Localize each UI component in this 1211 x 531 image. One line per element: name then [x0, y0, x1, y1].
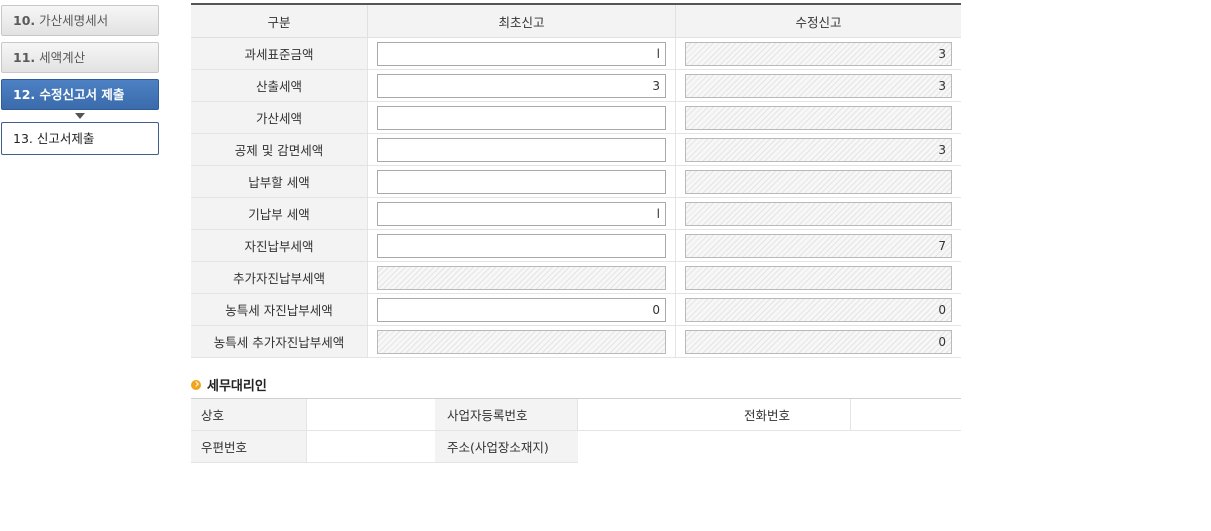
bullet-icon	[191, 379, 201, 390]
label-business-number: 사업자등록번호	[435, 398, 578, 431]
table-row: 산출세액 3 3	[191, 69, 961, 102]
value-company-name	[306, 398, 435, 431]
table-row: 납부할 세액	[191, 165, 961, 198]
initial-value-field[interactable]: l	[377, 201, 666, 226]
table-row: 가산세액	[191, 101, 961, 134]
step-number: 12.	[13, 87, 36, 102]
label-company-name: 상호	[191, 398, 307, 431]
initial-value-field[interactable]	[377, 169, 666, 194]
value-phone-number	[850, 398, 961, 431]
table-row: 상호 사업자등록번호 전화번호	[191, 398, 961, 431]
step-label: 가산세명세서	[39, 13, 109, 28]
initial-value-field[interactable]: 0	[377, 297, 666, 322]
table-row: 농특세 자진납부세액 0 0	[191, 293, 961, 326]
table-row: 과세표준금액 l 3	[191, 37, 961, 70]
initial-value-field[interactable]	[377, 105, 666, 130]
row-label: 납부할 세액	[191, 165, 368, 198]
row-label: 과세표준금액	[191, 37, 368, 70]
arrow-down-icon	[75, 113, 85, 119]
initial-value-field[interactable]: l	[377, 41, 666, 66]
step-number: 10.	[13, 13, 36, 28]
section-title-tax-agent: 세무대리인	[191, 375, 267, 394]
step-number: 11.	[13, 50, 36, 65]
row-label: 공제 및 감면세액	[191, 133, 368, 166]
header-initial-return: 최초신고	[367, 3, 676, 38]
table-row: 우편번호 주소(사업장소재지)	[191, 430, 961, 463]
row-label: 추가자진납부세액	[191, 261, 368, 294]
value-postal-code	[306, 430, 435, 463]
row-label: 기납부 세액	[191, 197, 368, 230]
amended-value-field: 3	[685, 137, 952, 162]
table-row: 농특세 추가자진납부세액 0	[191, 325, 961, 358]
step-label: 세액계산	[39, 50, 86, 65]
initial-value-field	[377, 265, 666, 290]
label-postal-code: 우편번호	[191, 430, 307, 463]
table-row: 기납부 세액 l	[191, 197, 961, 230]
amended-value-field	[685, 169, 952, 194]
amended-value-field	[685, 265, 952, 290]
amended-value-field: 7	[685, 233, 952, 258]
step-11-tax-calculation[interactable]: 11. 세액계산	[1, 42, 159, 73]
step-12-amended-return-submit[interactable]: 12. 수정신고서 제출	[1, 79, 159, 110]
table-row: 추가자진납부세액	[191, 261, 961, 294]
value-address	[577, 430, 961, 463]
step-13-return-submit[interactable]: 13. 신고서제출	[1, 122, 159, 155]
row-label: 산출세액	[191, 69, 368, 102]
tax-comparison-table: 구분 최초신고 수정신고 과세표준금액 l 3 산출세액 3 3 가산세액 공제…	[191, 3, 961, 358]
initial-value-field[interactable]	[377, 233, 666, 258]
table-header-row: 구분 최초신고 수정신고	[191, 3, 961, 38]
step-label: 수정신고서 제출	[39, 87, 125, 102]
initial-value-field[interactable]	[377, 137, 666, 162]
row-label: 가산세액	[191, 101, 368, 134]
row-label: 자진납부세액	[191, 229, 368, 262]
initial-value-field[interactable]: 3	[377, 73, 666, 98]
amended-value-field	[685, 105, 952, 130]
header-category: 구분	[191, 3, 368, 38]
header-amended-return: 수정신고	[675, 3, 961, 38]
section-title-text: 세무대리인	[207, 379, 267, 394]
amended-value-field: 0	[685, 297, 952, 322]
row-label: 농특세 자진납부세액	[191, 293, 368, 326]
label-address: 주소(사업장소재지)	[435, 430, 578, 463]
table-row: 공제 및 감면세액 3	[191, 133, 961, 166]
step-number: 13.	[13, 131, 33, 146]
table-row: 자진납부세액 7	[191, 229, 961, 262]
amended-value-field: 3	[685, 73, 952, 98]
amended-value-field: 3	[685, 41, 952, 66]
label-phone-number: 전화번호	[734, 398, 851, 431]
step-10-penalty-tax-detail[interactable]: 10. 가산세명세서	[1, 5, 159, 36]
step-label: 신고서제출	[36, 131, 95, 146]
value-business-number	[577, 398, 718, 431]
amended-value-field: 0	[685, 329, 952, 354]
amended-value-field	[685, 201, 952, 226]
tax-agent-table: 상호 사업자등록번호 전화번호 우편번호 주소(사업장소재지)	[191, 398, 961, 463]
row-label: 농특세 추가자진납부세액	[191, 325, 368, 358]
initial-value-field	[377, 329, 666, 354]
